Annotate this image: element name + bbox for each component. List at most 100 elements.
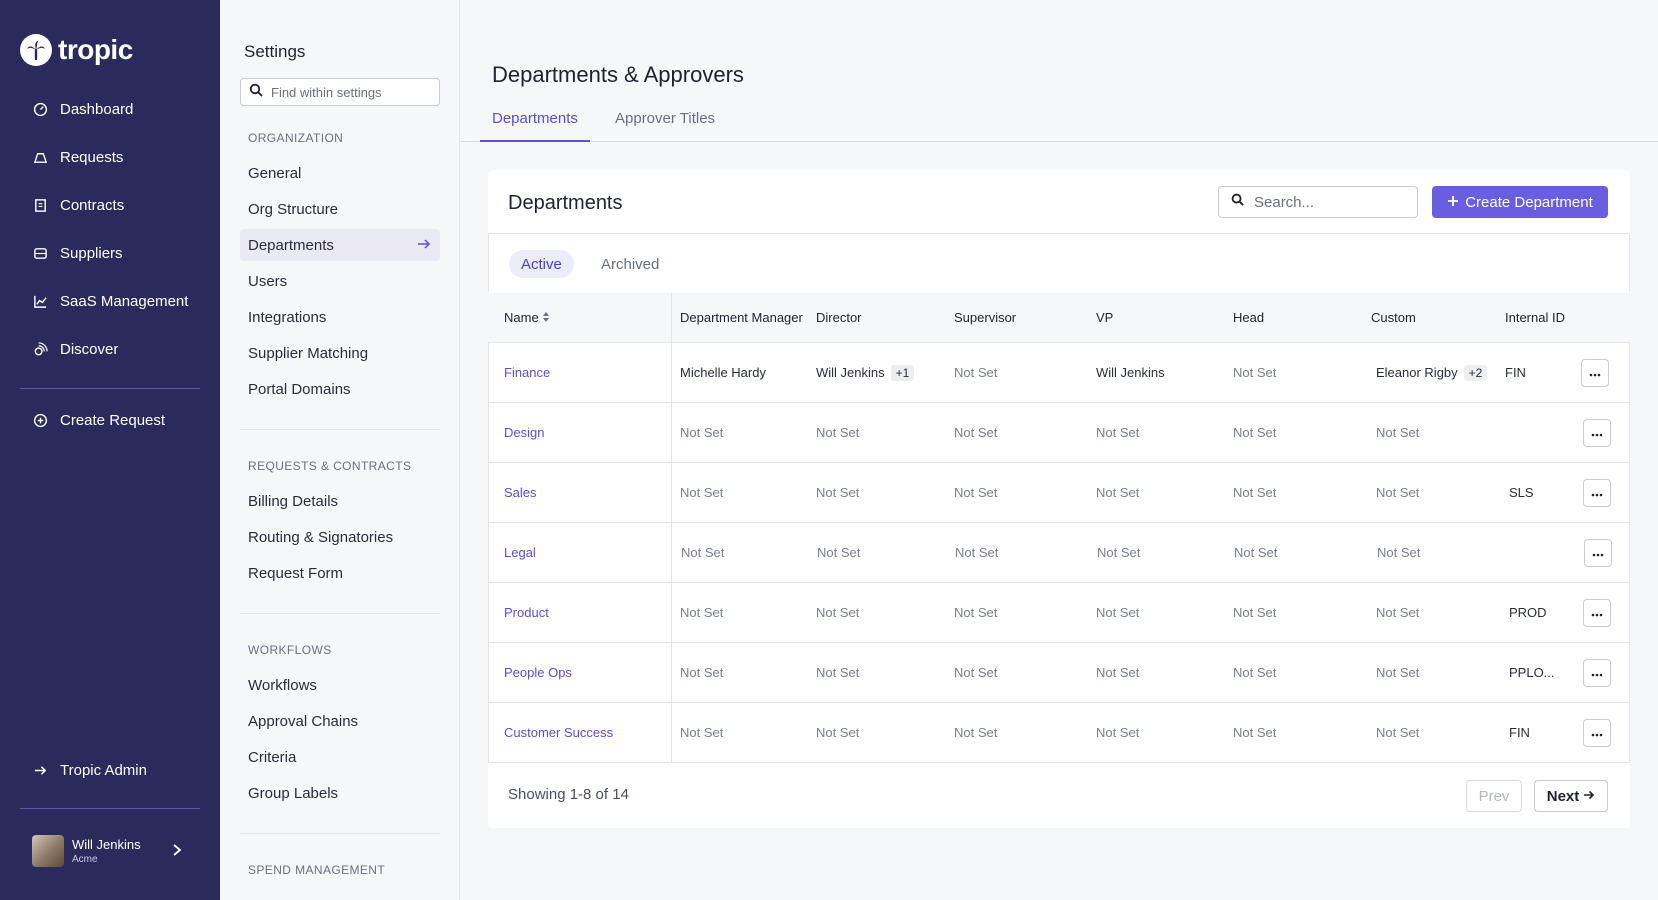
- settings-item-routing-signatories[interactable]: Routing & Signatories: [240, 521, 440, 553]
- department-name-link[interactable]: People Ops: [504, 665, 572, 680]
- cell-director: Not Set: [816, 665, 860, 680]
- department-name-link[interactable]: Sales: [504, 485, 537, 500]
- cell-manager: Not Set: [680, 605, 724, 620]
- more-horizontal-icon: [1592, 544, 1604, 562]
- nav-item-saas-management[interactable]: SaaS Management: [32, 293, 188, 310]
- nav-item-contracts[interactable]: Contracts: [32, 197, 124, 214]
- overflow-count-badge[interactable]: +1: [890, 365, 915, 381]
- department-name-link[interactable]: Design: [504, 425, 544, 440]
- settings-item-label: Departments: [248, 236, 334, 254]
- department-search[interactable]: [1218, 186, 1418, 218]
- department-search-input[interactable]: [1254, 193, 1404, 211]
- settings-search[interactable]: [240, 78, 440, 106]
- plus-icon: [1447, 194, 1459, 211]
- settings-item-request-form[interactable]: Request Form: [240, 557, 440, 589]
- column-header-head: Head: [1233, 310, 1265, 325]
- next-page-button[interactable]: Next: [1534, 780, 1608, 812]
- cell-director: Not Set: [816, 605, 860, 620]
- cell-custom: Not Set: [1376, 725, 1420, 740]
- user-org: Acme: [72, 854, 98, 865]
- section-label-spend-management: SPEND MANAGEMENT: [248, 863, 386, 877]
- department-name-link[interactable]: Finance: [504, 365, 550, 380]
- create-department-button[interactable]: Create Department: [1432, 186, 1608, 218]
- settings-item-billing-details[interactable]: Billing Details: [240, 485, 440, 517]
- settings-item-departments[interactable]: Departments: [240, 229, 440, 261]
- table-row: Customer Success Not Set Not Set Not Set…: [488, 703, 1630, 763]
- search-icon: [249, 83, 263, 102]
- settings-item-workflows[interactable]: Workflows: [240, 669, 440, 701]
- cell-director: Will Jenkins +1: [816, 365, 915, 381]
- tab-approver-titles[interactable]: Approver Titles: [615, 110, 715, 142]
- row-actions-button[interactable]: [1583, 599, 1611, 627]
- nav-label: Create Request: [60, 412, 166, 429]
- overflow-count-badge[interactable]: +2: [1463, 365, 1488, 381]
- search-icon: [1231, 193, 1244, 211]
- settings-item-general[interactable]: General: [240, 157, 440, 189]
- row-actions-button[interactable]: [1584, 539, 1612, 567]
- cell-vp: Not Set: [1096, 665, 1140, 680]
- nav-item-create-request[interactable]: Create Request: [32, 412, 165, 429]
- requests-icon: [32, 150, 48, 166]
- settings-item-approval-chains[interactable]: Approval Chains: [240, 705, 440, 737]
- cell-custom: Not Set: [1376, 425, 1420, 440]
- filter-archived[interactable]: Archived: [589, 250, 671, 278]
- nav-label: Tropic Admin: [60, 762, 147, 779]
- main-content: Departments & Approvers Departments Appr…: [460, 0, 1658, 900]
- row-actions-button[interactable]: [1583, 719, 1611, 747]
- row-actions-button[interactable]: [1583, 659, 1611, 687]
- chevron-right-icon: [172, 843, 182, 862]
- nav-item-dashboard[interactable]: Dashboard: [32, 101, 133, 118]
- contracts-icon: [32, 198, 48, 214]
- settings-item-portal-domains[interactable]: Portal Domains: [240, 373, 440, 405]
- settings-title: Settings: [244, 42, 306, 61]
- row-actions-button[interactable]: [1581, 359, 1609, 387]
- brand-logo[interactable]: tropic: [20, 34, 133, 66]
- table-row: People Ops Not Set Not Set Not Set Not S…: [488, 643, 1630, 703]
- row-actions-button[interactable]: [1583, 479, 1611, 507]
- section-label-workflows: WORKFLOWS: [248, 643, 332, 657]
- cell-head: Not Set: [1233, 425, 1277, 440]
- settings-divider: [240, 429, 440, 430]
- department-name-link[interactable]: Product: [504, 605, 549, 620]
- palm-tree-icon: [20, 34, 52, 66]
- nav-item-tropic-admin[interactable]: Tropic Admin: [32, 762, 147, 779]
- nav-label: Contracts: [60, 197, 125, 214]
- department-name-link[interactable]: Customer Success: [504, 725, 613, 740]
- cell-supervisor: Not Set: [954, 365, 998, 380]
- cell-director: Not Set: [816, 725, 860, 740]
- settings-item-criteria[interactable]: Criteria: [240, 741, 440, 773]
- settings-item-integrations[interactable]: Integrations: [240, 301, 440, 333]
- cell-supervisor: Not Set: [954, 665, 998, 680]
- user-menu[interactable]: Will Jenkins Acme: [32, 835, 182, 867]
- settings-item-group-labels[interactable]: Group Labels: [240, 777, 440, 809]
- nav-item-suppliers[interactable]: Suppliers: [32, 245, 123, 262]
- column-header-department-manager: Department Manager: [680, 310, 803, 325]
- column-header-name[interactable]: Name: [504, 310, 550, 325]
- brand-name: tropic: [58, 34, 133, 65]
- create-department-label: Create Department: [1465, 193, 1593, 211]
- department-name-link[interactable]: Legal: [504, 545, 536, 560]
- settings-item-supplier-matching[interactable]: Supplier Matching: [240, 337, 440, 369]
- row-actions-button[interactable]: [1583, 419, 1611, 447]
- more-horizontal-icon: [1591, 424, 1603, 442]
- cell-vp: Not Set: [1096, 485, 1140, 500]
- pagination-summary: Showing 1-8 of 14: [508, 786, 629, 803]
- settings-search-input[interactable]: [271, 84, 431, 100]
- cell-manager: Not Set: [680, 725, 724, 740]
- column-header-vp: VP: [1096, 310, 1114, 325]
- cell-vp: Not Set: [1096, 725, 1140, 740]
- settings-item-users[interactable]: Users: [240, 265, 440, 297]
- filter-active[interactable]: Active: [509, 250, 574, 278]
- table-row: Sales Not Set Not Set Not Set Not Set No…: [488, 463, 1630, 523]
- tab-departments[interactable]: Departments: [480, 110, 590, 142]
- nav-item-requests[interactable]: Requests: [32, 149, 123, 166]
- settings-item-org-structure[interactable]: Org Structure: [240, 193, 440, 225]
- arrow-right-icon: [32, 763, 48, 779]
- nav-label: Suppliers: [60, 245, 123, 262]
- cell-custom: Not Set: [1376, 665, 1420, 680]
- nav-item-discover[interactable]: Discover: [32, 341, 118, 358]
- cell-custom: Not Set: [1376, 485, 1420, 500]
- table-row: Product Not Set Not Set Not Set Not Set …: [488, 583, 1630, 643]
- prev-page-button[interactable]: Prev: [1466, 780, 1522, 812]
- cell-custom: Not Set: [1377, 545, 1421, 560]
